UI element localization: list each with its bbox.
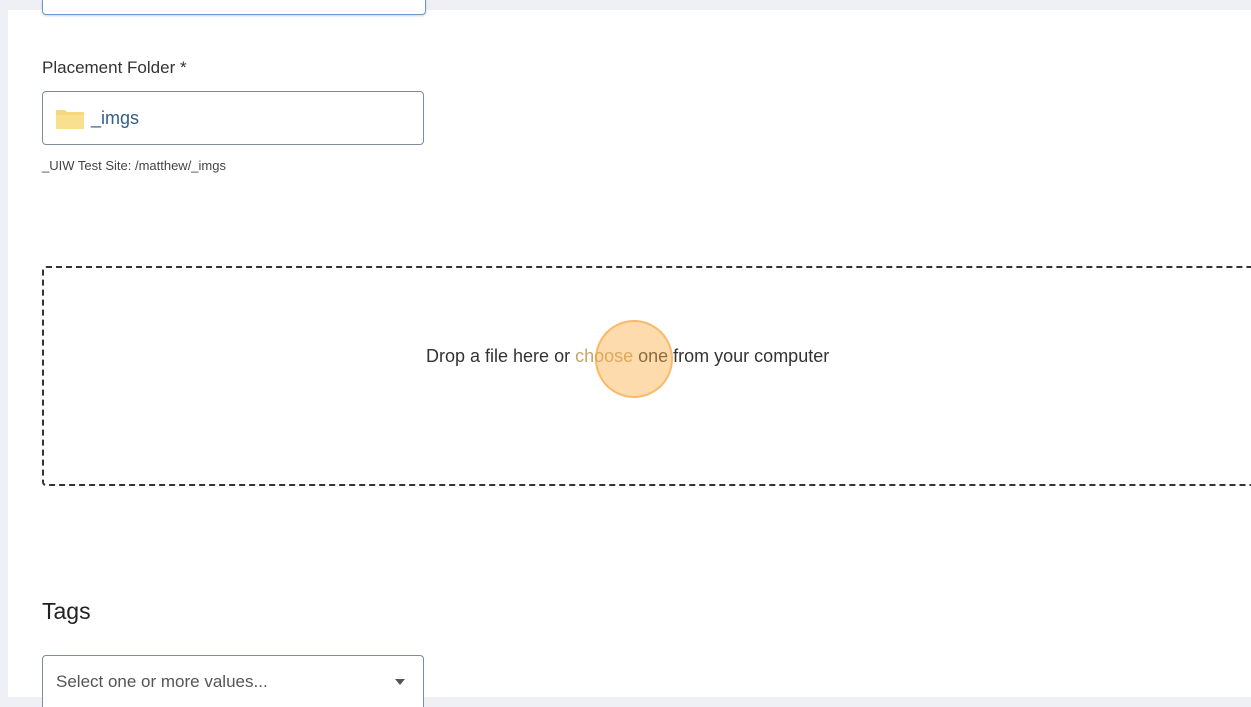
placement-folder-label: Placement Folder *: [42, 58, 187, 77]
form-panel: Placement Folder * _imgs _UIW Test Site:…: [8, 0, 1251, 707]
folder-icon: [55, 109, 85, 129]
dropzone-text-before: Drop a file here or: [426, 346, 576, 366]
chevron-down-icon[interactable]: [395, 678, 405, 685]
tags-heading: Tags: [42, 598, 91, 624]
placement-folder-value: _imgs: [91, 107, 140, 128]
previous-field-input[interactable]: [42, 0, 426, 15]
tags-select[interactable]: Select one or more values...: [42, 655, 424, 707]
file-dropzone[interactable]: [42, 266, 1251, 486]
dropzone-text-after: one from your computer: [633, 346, 830, 366]
placement-folder-path: _UIW Test Site: /matthew/_imgs: [42, 158, 226, 173]
choose-file-link[interactable]: choose: [575, 346, 633, 366]
placement-folder-input[interactable]: _imgs: [42, 91, 424, 145]
tags-select-placeholder: Select one or more values...: [56, 671, 268, 691]
